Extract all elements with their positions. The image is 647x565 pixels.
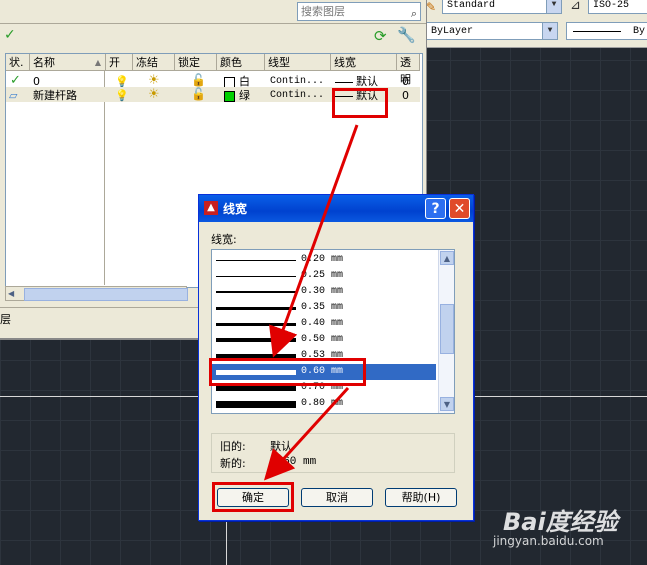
new-label: 新的: [220, 457, 246, 470]
column-header-freeze[interactable]: 冻结 [133, 54, 175, 71]
lineweight-sample [216, 260, 296, 261]
status-text: 层 [0, 313, 11, 326]
column-divider [104, 71, 105, 285]
vertical-scrollbar[interactable]: ▲ ▼ [438, 250, 454, 413]
dialog-title-bar[interactable]: ▲ 线宽 ? ✕ [199, 195, 473, 222]
divider [0, 23, 426, 24]
old-label: 旧的: [220, 440, 246, 453]
color-swatch [224, 90, 235, 102]
column-header-status[interactable]: 状. [6, 54, 30, 71]
refresh-icon[interactable]: ⟳ [374, 27, 387, 45]
lineweight-label: 0.25 mm [301, 270, 344, 281]
layer-status-icon[interactable]: ▱ [9, 88, 17, 103]
chevron-down-icon: ▼ [546, 0, 561, 13]
set-current-check-icon[interactable]: ✓ [4, 27, 16, 43]
unlocked-icon[interactable]: 🔓 [191, 87, 206, 102]
lightbulb-on-icon[interactable]: 💡 [115, 88, 129, 103]
lineweight-sample [216, 401, 296, 408]
column-header-lineweight[interactable]: 线宽 [331, 54, 397, 71]
column-header-linetype[interactable]: 线型 [265, 54, 331, 71]
dialog-title: 线宽 [223, 202, 248, 216]
line-sample [573, 31, 621, 32]
lineweight-item[interactable]: 0.25 mm [212, 268, 436, 284]
column-header-color[interactable]: 颜色 [217, 54, 265, 71]
lineweight-sample [216, 323, 296, 326]
layer-transparency[interactable]: 0 [402, 88, 409, 103]
lineweight-sample [216, 276, 296, 277]
lineweight-sample [216, 338, 296, 342]
chevron-down-icon: ▼ [542, 23, 557, 39]
horizontal-scrollbar[interactable]: ◀ [5, 286, 188, 301]
annotation-box-lineweight-cell [332, 88, 388, 118]
scroll-down-icon[interactable]: ▼ [440, 397, 454, 411]
scrollbar-thumb[interactable] [440, 304, 454, 354]
lineweight-label: 0.20 mm [301, 254, 344, 265]
search-icon[interactable]: ⌕ [411, 5, 417, 22]
help-question-button[interactable]: ? [425, 198, 446, 219]
baidu-jingyan-logo: Bai度经验 [503, 508, 618, 536]
lineweight-label: 0.40 mm [301, 318, 344, 329]
column-header-name[interactable]: 名称 ▲ [30, 54, 106, 71]
sun-thawed-icon[interactable]: ☀ [148, 87, 160, 102]
dim-style-select[interactable]: ISO-25 [588, 0, 647, 14]
layer-linetype[interactable]: Contin... [270, 88, 324, 103]
text-style-icon: ✎ [426, 0, 437, 14]
lineweight-sample [216, 307, 296, 310]
linetype-select[interactable]: ByLayer ▼ [426, 22, 558, 40]
column-header-transparency[interactable]: 透明 [397, 54, 420, 86]
settings-wrench-icon[interactable]: 🔧 [397, 26, 416, 44]
lineweight-label: 0.35 mm [301, 302, 344, 313]
close-button[interactable]: ✕ [449, 198, 470, 219]
lineweight-info-box: 旧的: 默认 新的: 0.60 mm [211, 433, 455, 473]
lineweight-label: 0.50 mm [301, 334, 344, 345]
annotation-box-ok-button [212, 482, 294, 512]
scroll-up-icon[interactable]: ▲ [440, 251, 454, 265]
autocad-logo-icon: ▲ [204, 201, 218, 215]
lineweight-item[interactable]: 0.40 mm [212, 316, 436, 332]
watermark-url: jingyan.baidu.com [493, 534, 604, 548]
current-layer-check-icon[interactable]: ✓ [10, 73, 21, 88]
help-button[interactable]: 帮助(H) [385, 488, 457, 507]
lineweight-item[interactable]: 0.30 mm [212, 284, 436, 300]
cancel-button[interactable]: 取消 [301, 488, 373, 507]
column-header-on[interactable]: 开 [106, 54, 133, 71]
text-style-select[interactable]: Standard ▼ [442, 0, 562, 14]
sun-thawed-icon[interactable]: ☀ [148, 73, 160, 88]
annotation-box-selected-item [209, 358, 366, 386]
unlocked-icon[interactable]: 🔓 [191, 73, 206, 88]
layer-color[interactable]: 绿 [224, 88, 250, 103]
scroll-left-icon[interactable]: ◀ [8, 287, 14, 300]
lineweight-select[interactable]: By [566, 22, 647, 40]
lineweight-list-label: 线宽: [211, 233, 237, 246]
lineweight-label: 0.80 mm [301, 398, 344, 409]
new-value: 0.60 mm [270, 456, 317, 468]
lineweight-sample [216, 291, 296, 293]
lineweight-list[interactable]: 0.20 mm 0.25 mm 0.30 mm 0.35 mm 0.40 mm 0.50 … [211, 249, 455, 414]
lineweight-item[interactable]: 0.35 mm [212, 300, 436, 316]
old-value: 默认 [270, 440, 292, 453]
color-swatch [224, 76, 235, 88]
column-header-lock[interactable]: 锁定 [175, 54, 217, 71]
lineweight-item[interactable]: 0.50 mm [212, 332, 436, 348]
dim-style-icon: ⊿ [570, 0, 581, 13]
lineweight-label: 0.30 mm [301, 286, 344, 297]
lineweight-item[interactable]: 0.20 mm [212, 252, 436, 268]
properties-toolbar: ✎ Standard ▼ ⊿ ISO-25 ByLayer ▼ By [420, 0, 647, 48]
sort-arrow-icon: ▲ [94, 58, 101, 67]
layer-name[interactable]: 新建杆路 [33, 88, 77, 103]
scrollbar-thumb[interactable] [24, 288, 188, 301]
search-input[interactable]: 搜索图层 ⌕ [297, 2, 421, 21]
lineweight-item[interactable]: 0.80 mm [212, 396, 436, 412]
